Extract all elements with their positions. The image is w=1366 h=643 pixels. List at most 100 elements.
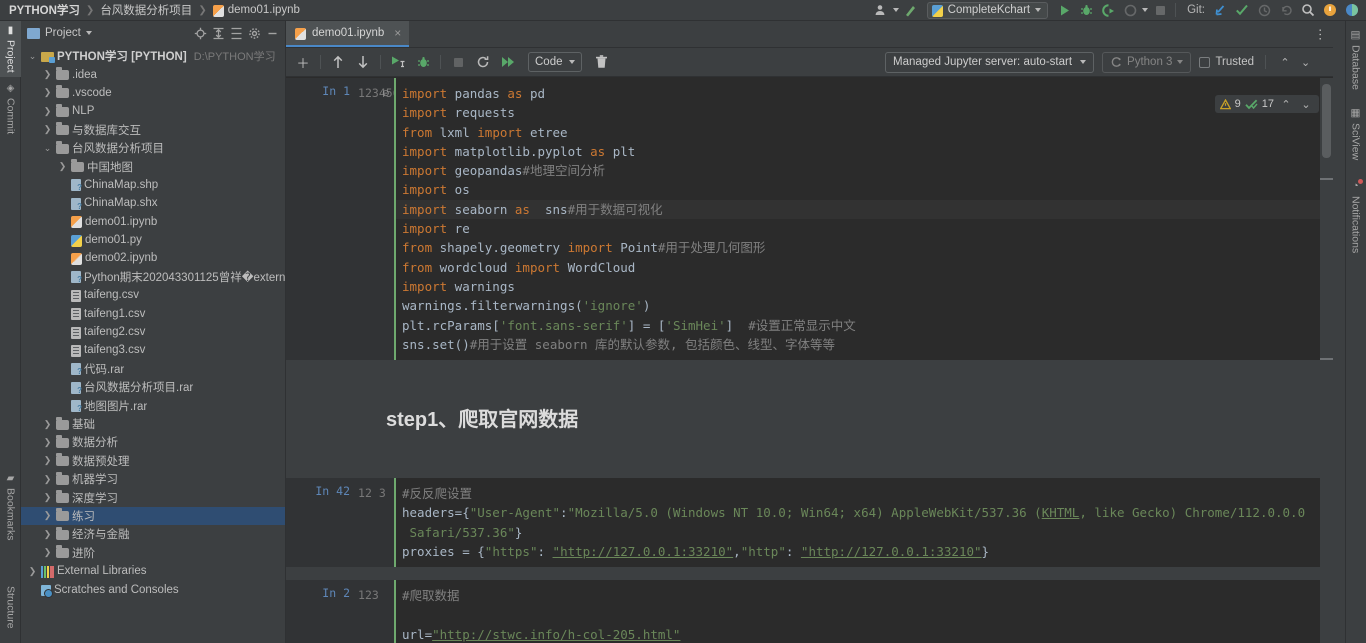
chevron-right-icon[interactable]: ❯ xyxy=(57,161,68,172)
inspection-widget[interactable]: 9 17 ⌃ ⌄ xyxy=(1214,95,1319,113)
chevron-right-icon[interactable]: ❯ xyxy=(42,106,53,117)
breadcrumb-project[interactable]: PYTHON学习 xyxy=(6,2,83,18)
tree-node-[interactable]: ❯ 经济与金融 xyxy=(21,525,285,543)
tree-node-[interactable]: ❯ 基础 xyxy=(21,415,285,433)
chevron-right-icon[interactable]: ❯ xyxy=(42,510,53,521)
trusted-checkbox[interactable]: Trusted xyxy=(1199,56,1254,68)
sidebar-item-project[interactable]: ▮ Project xyxy=(0,21,21,77)
chevron-right-icon[interactable]: ❯ xyxy=(42,474,53,485)
tree-node-scratches-and-consoles[interactable]: Scratches and Consoles xyxy=(21,580,285,598)
tree-node-python-202043301125-externalfix-docx[interactable]: Python期末202043301125曾祥�externalfix.docx xyxy=(21,268,285,286)
sidebar-item-bookmarks[interactable]: ▰ Bookmarks xyxy=(0,469,21,545)
cell-fold-gutter[interactable] xyxy=(382,580,394,643)
more-options-icon[interactable]: ⋯ xyxy=(1312,28,1328,42)
project-tree[interactable]: ⌄ PYTHON学习 [PYTHON] D:\PYTHON学习 ❯ .idea ❯ .vsc… xyxy=(21,45,285,643)
hide-panel-icon[interactable] xyxy=(264,25,281,42)
move-cell-up-button[interactable] xyxy=(327,51,349,73)
delete-cell-button[interactable] xyxy=(591,51,613,73)
tree-node-[interactable]: ❯ 与数据库交互 xyxy=(21,121,285,139)
run-all-cells-button[interactable] xyxy=(497,51,519,73)
tree-node-[interactable]: ❯ 数据预处理 xyxy=(21,452,285,470)
editor-scrollbar-thumb[interactable] xyxy=(1322,84,1331,158)
tree-node-[interactable]: ❯ 数据分析 xyxy=(21,433,285,451)
notebook-code-cell[interactable]: In 1 1234567891011121314⊖ ⊖ import pandas… xyxy=(286,78,1333,361)
add-cell-button[interactable]: ＋ xyxy=(292,51,314,73)
tree-node-[interactable]: ❯ 练习 xyxy=(21,506,285,526)
chevron-down-icon[interactable]: ⌄ xyxy=(27,51,38,62)
previous-problem-icon[interactable]: ⌃ xyxy=(1278,98,1294,111)
run-with-coverage-button[interactable] xyxy=(1098,0,1118,20)
tree-node-[interactable]: ❯ 深度学习 xyxy=(21,488,285,506)
chevron-down-icon[interactable]: ⌄ xyxy=(42,143,53,154)
chevron-down-icon[interactable]: ⌄ xyxy=(1301,56,1327,69)
jupyter-server-selector[interactable]: Managed Jupyter server: auto-start xyxy=(885,51,1095,73)
tree-node-taifeng-csv[interactable]: taifeng.csv xyxy=(21,286,285,304)
notebook-canvas[interactable]: In 1 1234567891011121314⊖ ⊖ import pandas… xyxy=(286,78,1333,643)
settings-gear-icon[interactable] xyxy=(246,25,263,42)
tree-node-[interactable]: ❯ 中国地图 xyxy=(21,157,285,175)
tree-node-taifeng3-csv[interactable]: taifeng3.csv xyxy=(21,341,285,359)
tree-node-demo02-ipynb[interactable]: demo02.ipynb xyxy=(21,249,285,267)
chevron-right-icon[interactable]: ❯ xyxy=(42,547,53,558)
git-history-icon[interactable] xyxy=(1254,0,1274,20)
cell-type-selector[interactable]: Code xyxy=(528,52,582,72)
profile-button[interactable] xyxy=(1120,0,1140,20)
tree-node-taifeng1-csv[interactable]: taifeng1.csv xyxy=(21,304,285,322)
chevron-right-icon[interactable]: ❯ xyxy=(27,566,38,577)
tree-node-idea[interactable]: ❯ .idea xyxy=(21,65,285,83)
notebook-code-cell[interactable]: In 42 12 3 #反反爬设置 headers={"User-Agent":"M… xyxy=(286,478,1333,568)
git-commit-icon[interactable] xyxy=(1232,0,1252,20)
user-avatar-icon[interactable] xyxy=(871,0,891,20)
run-cell-and-select-below-button[interactable] xyxy=(387,51,409,73)
tree-node-taifeng2-csv[interactable]: taifeng2.csv xyxy=(21,323,285,341)
tree-node-[interactable]: ⌄ 台风数据分析项目 xyxy=(21,139,285,157)
sidebar-item-database[interactable]: ▤ Database xyxy=(1345,25,1366,94)
sidebar-item-commit[interactable]: ◈ Commit xyxy=(0,79,21,138)
sidebar-item-sciview[interactable]: ▦ SciView xyxy=(1345,103,1366,164)
notebook-markdown-cell[interactable]: step1、爬取官网数据 xyxy=(286,373,1333,479)
chevron-right-icon[interactable]: ❯ xyxy=(42,529,53,540)
tree-node-rar[interactable]: 地图图片.rar xyxy=(21,396,285,414)
move-cell-down-button[interactable] xyxy=(352,51,374,73)
tree-node-rar[interactable]: 代码.rar xyxy=(21,360,285,378)
cell-source-code[interactable]: #爬取数据 url="http://stwc.info/h-col-205.ht… xyxy=(394,580,1333,643)
tree-node-[interactable]: ❯ 进阶 xyxy=(21,544,285,562)
tree-node-external-libraries[interactable]: ❯ External Libraries xyxy=(21,562,285,580)
profile-chevron-icon[interactable] xyxy=(1142,8,1149,12)
stop-button[interactable] xyxy=(1150,0,1170,20)
search-icon[interactable] xyxy=(1298,0,1318,20)
expand-all-icon[interactable] xyxy=(210,25,227,42)
chevron-right-icon[interactable]: ❯ xyxy=(42,492,53,503)
git-update-icon[interactable] xyxy=(1210,0,1230,20)
updates-arrow-icon[interactable] xyxy=(901,0,921,20)
sidebar-item-structure[interactable]: Structure xyxy=(0,582,21,633)
kernel-selector[interactable]: Python 3 xyxy=(1102,51,1192,73)
editor-marker-strip[interactable] xyxy=(1320,78,1333,643)
run-configuration-selector[interactable]: CompleteKchart xyxy=(926,1,1049,19)
chevron-right-icon[interactable]: ❯ xyxy=(42,124,53,135)
tree-node-demo01-ipynb[interactable]: demo01.ipynb xyxy=(21,213,285,231)
chevron-right-icon[interactable]: ❯ xyxy=(42,455,53,466)
chevron-right-icon[interactable]: ❯ xyxy=(42,419,53,430)
sidebar-item-notifications[interactable]: ◔ Notifications xyxy=(1345,176,1366,257)
user-menu-chevron-icon[interactable] xyxy=(892,8,899,12)
tree-node-chinamap-shx[interactable]: ChinaMap.shx xyxy=(21,194,285,212)
debug-cell-button[interactable] xyxy=(412,51,434,73)
debug-button[interactable] xyxy=(1076,0,1096,20)
ide-logo-icon[interactable] xyxy=(1342,0,1362,20)
tree-node-chinamap-shp[interactable]: ChinaMap.shp xyxy=(21,176,285,194)
locate-icon[interactable] xyxy=(192,25,209,42)
chevron-right-icon[interactable]: ❯ xyxy=(42,87,53,98)
tree-node-python-python[interactable]: ⌄ PYTHON学习 [PYTHON] D:\PYTHON学习 xyxy=(21,47,285,65)
breadcrumb-folder[interactable]: 台风数据分析项目 xyxy=(97,2,195,18)
chevron-right-icon[interactable]: ❯ xyxy=(42,437,53,448)
git-rollback-icon[interactable] xyxy=(1276,0,1296,20)
cell-source-code[interactable]: #反反爬设置 headers={"User-Agent":"Mozilla/5.0… xyxy=(394,478,1333,568)
tree-node-demo01-py[interactable]: demo01.py xyxy=(21,231,285,249)
chevron-up-icon[interactable]: ⌃ xyxy=(1277,56,1293,69)
tree-node-[interactable]: ❯ 机器学习 xyxy=(21,470,285,488)
cell-fold-gutter[interactable] xyxy=(382,478,394,567)
breadcrumb-file[interactable]: demo01.ipynb xyxy=(210,4,303,17)
notification-icon[interactable] xyxy=(1320,0,1340,20)
close-icon[interactable]: × xyxy=(394,26,401,40)
